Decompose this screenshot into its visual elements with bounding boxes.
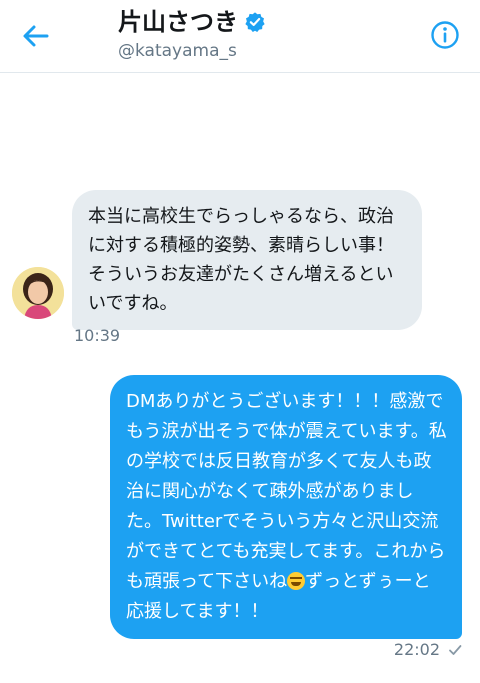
avatar-portrait-icon	[12, 267, 64, 319]
conversation-title[interactable]: 片山さつき @katayama_s	[118, 6, 266, 62]
contact-name: 片山さつき	[118, 8, 238, 36]
message-status: 22:02	[394, 640, 462, 659]
contact-handle: @katayama_s	[118, 41, 237, 61]
message-timestamp: 22:02	[393, 640, 440, 659]
conversation-header: 片山さつき @katayama_s	[0, 0, 480, 73]
grinning-squinting-face-icon	[287, 572, 306, 590]
verified-badge-icon	[245, 12, 265, 32]
info-icon[interactable]	[430, 20, 460, 50]
incoming-message[interactable]: 本当に高校生でらっしゃるなら、政治に対する積極的姿勢、素晴らしい事！そういうお友…	[72, 190, 422, 330]
message-text: 本当に高校生でらっしゃるなら、政治に対する積極的姿勢、素晴らしい事！そういうお友…	[88, 206, 394, 314]
check-icon	[449, 644, 462, 655]
back-arrow-icon[interactable]	[20, 20, 52, 52]
message-text: DMありがとうございます！！！感激でもう涙が出そうで体が震えています。私の学校で…	[126, 391, 447, 592]
message-thread[interactable]: 本当に高校生でらっしゃるなら、政治に対する積極的姿勢、素晴らしい事！そういうお友…	[0, 73, 480, 683]
message-timestamp: 10:39	[74, 326, 121, 345]
outgoing-message[interactable]: DMありがとうございます！！！感激でもう涙が出そうで体が震えています。私の学校で…	[110, 375, 462, 639]
avatar[interactable]	[12, 267, 64, 319]
